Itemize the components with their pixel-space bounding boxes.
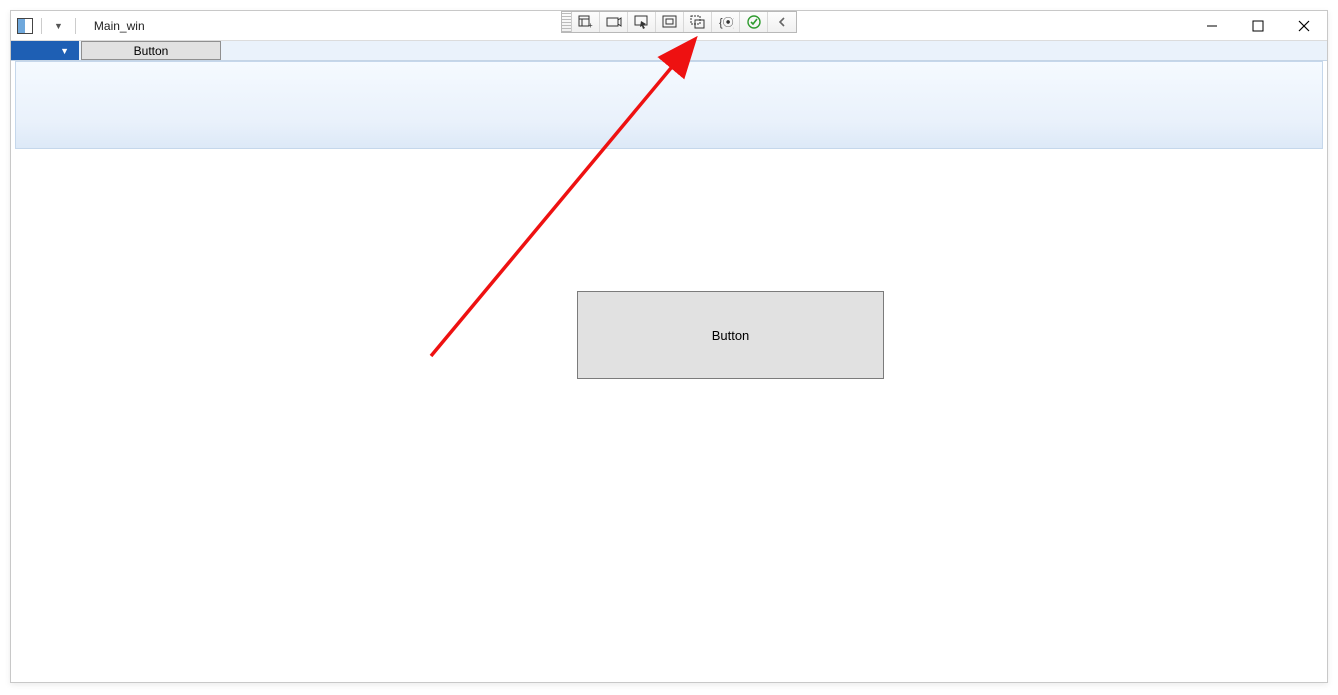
- svg-text:+: +: [588, 21, 593, 29]
- ribbon-button[interactable]: Button: [81, 41, 221, 60]
- app-icon: [17, 18, 33, 34]
- file-tab[interactable]: ▼: [11, 41, 79, 60]
- chevron-down-icon: ▼: [60, 46, 69, 56]
- container-icon[interactable]: [656, 12, 684, 32]
- add-layout-icon[interactable]: +: [572, 12, 600, 32]
- quick-access-area: ▼ Main_win: [11, 18, 145, 34]
- window-controls: [1189, 11, 1327, 40]
- group-select-icon[interactable]: [684, 12, 712, 32]
- window-title: Main_win: [94, 19, 145, 33]
- minimize-button[interactable]: [1189, 11, 1235, 40]
- camera-icon[interactable]: [600, 12, 628, 32]
- collapse-left-icon[interactable]: [768, 12, 796, 32]
- separator: [41, 18, 42, 34]
- design-canvas[interactable]: Button: [11, 149, 1327, 682]
- maximize-button[interactable]: [1235, 11, 1281, 40]
- designer-window: ▼ Main_win + {⦿}: [10, 10, 1328, 683]
- qat-dropdown[interactable]: ▼: [50, 21, 67, 31]
- canvas-button-label: Button: [712, 328, 750, 343]
- pointer-icon[interactable]: [628, 12, 656, 32]
- svg-text:{⦿}: {⦿}: [719, 16, 734, 29]
- ribbon-tab-row: ▼ Button: [11, 41, 1327, 61]
- ribbon-panel: [15, 61, 1323, 149]
- separator: [75, 18, 76, 34]
- close-button[interactable]: [1281, 11, 1327, 40]
- toolbar-grip[interactable]: [562, 12, 572, 32]
- binding-icon[interactable]: {⦿}: [712, 12, 740, 32]
- check-ok-icon[interactable]: [740, 12, 768, 32]
- title-bar: ▼ Main_win + {⦿}: [11, 11, 1327, 41]
- ribbon-button-label: Button: [134, 44, 169, 58]
- canvas-button[interactable]: Button: [577, 291, 884, 379]
- body: ▼ Button Button: [11, 41, 1327, 682]
- designer-toolbar: + {⦿}: [561, 11, 797, 33]
